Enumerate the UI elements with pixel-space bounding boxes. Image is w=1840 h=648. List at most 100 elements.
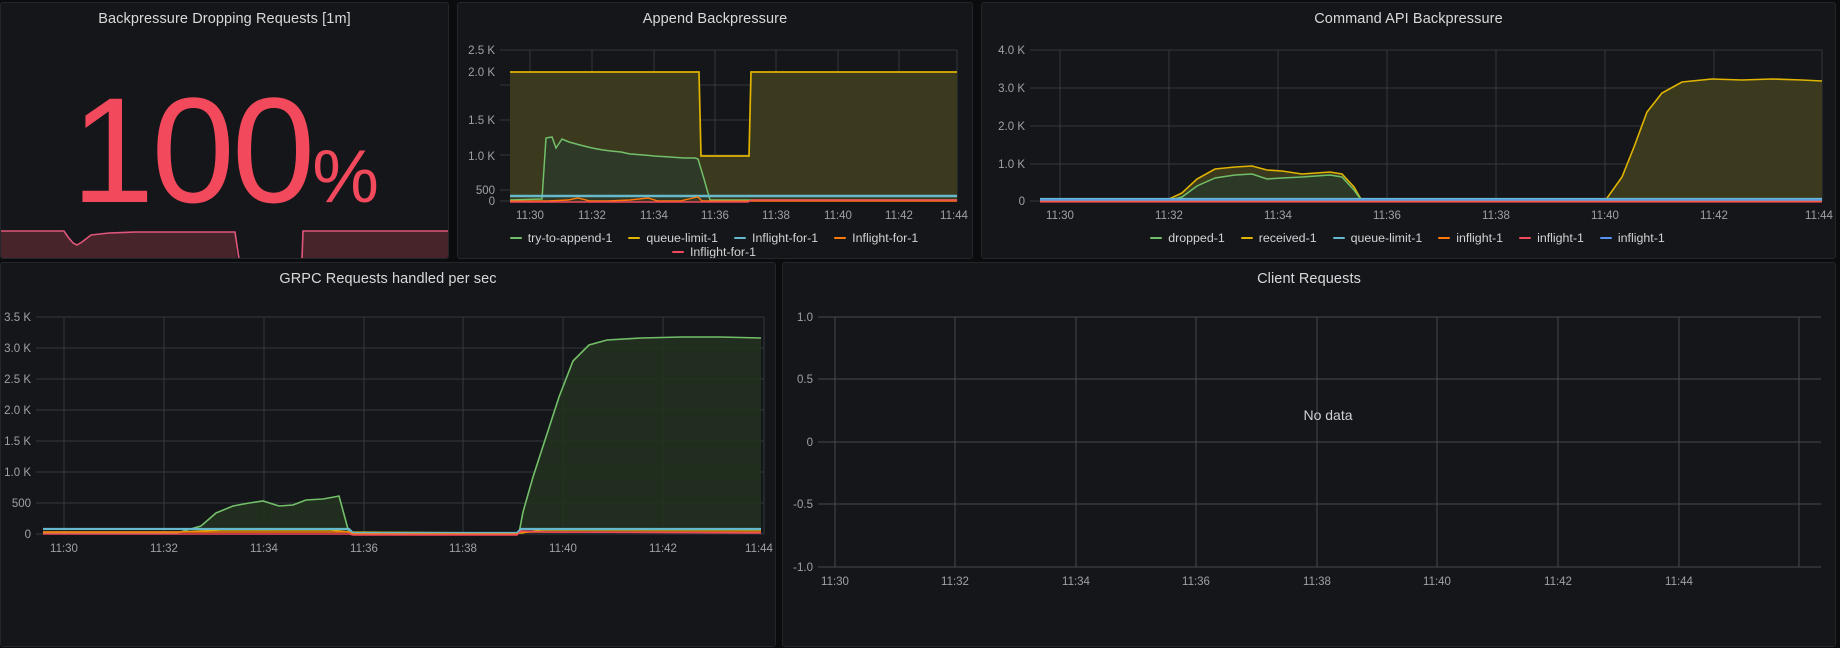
legend-item[interactable]: inflight-1 bbox=[1519, 231, 1584, 245]
y-tick: 1.5 K bbox=[4, 436, 31, 448]
x-tick: 11:40 bbox=[1423, 576, 1451, 588]
legend-color-swatch bbox=[734, 237, 747, 239]
panel-command-api-backpressure[interactable]: Command API Backpressure 4.0 K 3.0 K 2.0… bbox=[981, 2, 1836, 259]
grpc-requests-chart: 3.5 K 3.0 K 2.5 K 2.0 K 1.5 K 1.0 K 500 … bbox=[4, 312, 774, 555]
legend: try-to-append-1 queue-limit-1 Inflight-f… bbox=[458, 231, 972, 259]
x-tick: 11:44 bbox=[940, 210, 969, 222]
panel-body: No data 1.0 0.5 0 -0.5 -1.0 11:30 11:32 … bbox=[783, 287, 1835, 642]
legend-item[interactable]: try-to-append-1 bbox=[509, 231, 613, 245]
legend-label: dropped-1 bbox=[1168, 231, 1225, 245]
legend-label: Inflight-for-1 bbox=[752, 231, 819, 245]
legend-item[interactable]: received-1 bbox=[1240, 231, 1317, 245]
panel-backpressure-dropping-requests[interactable]: Backpressure Dropping Requests [1m] 100% bbox=[0, 2, 449, 259]
y-tick: 0.5 bbox=[797, 374, 813, 386]
x-tick: 11:30 bbox=[516, 210, 544, 222]
legend: dropped-1 received-1 queue-limit-1 infli… bbox=[982, 231, 1835, 245]
legend-color-swatch bbox=[1332, 237, 1345, 239]
legend-label: received-1 bbox=[1258, 231, 1317, 245]
x-tick: 11:40 bbox=[1591, 210, 1619, 222]
x-tick: 11:40 bbox=[549, 543, 577, 555]
legend-item[interactable]: queue-limit-1 bbox=[1332, 231, 1423, 245]
y-tick: 1.0 K bbox=[4, 467, 31, 479]
y-tick: 1.5 K bbox=[468, 115, 495, 127]
legend-color-swatch bbox=[671, 251, 684, 253]
series-received-1-area bbox=[1040, 79, 1822, 201]
legend-label: Inflight-for-1 bbox=[689, 245, 757, 259]
x-tick: 11:32 bbox=[941, 576, 969, 588]
legend-label: Inflight-for-1 bbox=[852, 231, 919, 245]
x-tick: 11:44 bbox=[1665, 576, 1694, 588]
grafana-dashboard: Backpressure Dropping Requests [1m] 100% bbox=[0, 0, 1840, 648]
x-tick: 11:36 bbox=[1182, 576, 1210, 588]
x-tick: 11:44 bbox=[1805, 210, 1834, 222]
x-tick: 11:30 bbox=[1046, 210, 1074, 222]
x-tick: 11:44 bbox=[745, 543, 774, 555]
x-tick: 11:32 bbox=[150, 543, 178, 555]
y-tick: 500 bbox=[12, 498, 31, 510]
legend-color-swatch bbox=[834, 237, 847, 239]
legend-item[interactable]: dropped-1 bbox=[1150, 231, 1225, 245]
x-tick: 11:30 bbox=[821, 576, 849, 588]
legend-label: try-to-append-1 bbox=[527, 231, 613, 245]
x-tick: 11:42 bbox=[1544, 576, 1572, 588]
legend-color-swatch bbox=[628, 237, 641, 239]
x-axis-labels: 11:30 11:32 11:34 11:36 11:38 11:40 11:4… bbox=[516, 210, 969, 222]
x-axis-labels: 11:30 11:32 11:34 11:36 11:38 11:40 11:4… bbox=[50, 543, 774, 555]
x-axis-labels: 11:30 11:32 11:34 11:36 11:38 11:40 11:4… bbox=[821, 576, 1694, 588]
y-tick: 1.0 bbox=[797, 312, 813, 324]
y-tick: 4.0 K bbox=[998, 45, 1025, 57]
y-tick: 0 bbox=[1019, 196, 1025, 208]
legend-item[interactable]: Inflight-for-1 bbox=[734, 231, 818, 245]
x-tick: 11:30 bbox=[50, 543, 78, 555]
x-tick: 11:42 bbox=[649, 543, 677, 555]
series-activatejobs-area bbox=[43, 337, 761, 533]
y-axis-labels: 4.0 K 3.0 K 2.0 K 1.0 K 0 bbox=[998, 45, 1025, 208]
x-tick: 11:32 bbox=[578, 210, 606, 222]
panel-body: 2.5 K 2.0 K 1.5 K 1.0 K 500 0 11:30 11:3… bbox=[458, 27, 972, 232]
panel-title: Client Requests bbox=[1257, 271, 1361, 287]
panel-body: 4.0 K 3.0 K 2.0 K 1.0 K 0 11:30 11:32 11… bbox=[982, 27, 1835, 232]
y-axis-labels: 3.5 K 3.0 K 2.5 K 2.0 K 1.5 K 1.0 K 500 … bbox=[4, 312, 31, 541]
append-backpressure-chart: 2.5 K 2.0 K 1.5 K 1.0 K 500 0 11:30 11:3… bbox=[468, 45, 969, 222]
legend-item[interactable]: inflight-1 bbox=[1599, 231, 1665, 245]
panel-client-requests[interactable]: Client Requests No data 1.0 0.5 0 -0.5 -… bbox=[782, 262, 1836, 647]
panel-body: 3.5 K 3.0 K 2.5 K 2.0 K 1.5 K 1.0 K 500 … bbox=[1, 287, 775, 617]
panel-title: GRPC Requests handled per sec bbox=[279, 271, 497, 287]
y-tick: -1.0 bbox=[793, 562, 813, 574]
y-tick: 2.0 K bbox=[998, 121, 1025, 133]
legend-item[interactable]: queue-limit-1 bbox=[628, 231, 718, 245]
series-dropped-1-area bbox=[1040, 174, 1605, 201]
legend-item[interactable]: Inflight-for-1 bbox=[671, 245, 757, 259]
x-tick: 11:42 bbox=[1700, 210, 1728, 222]
legend-label: inflight-1 bbox=[1617, 231, 1665, 245]
legend-label: queue-limit-1 bbox=[646, 231, 719, 245]
y-tick: -0.5 bbox=[793, 499, 813, 511]
panel-grpc-requests-handled-per-sec[interactable]: GRPC Requests handled per sec 3.5 K 3.0 … bbox=[0, 262, 776, 647]
x-tick: 11:32 bbox=[1155, 210, 1183, 222]
x-tick: 11:38 bbox=[762, 210, 790, 222]
y-tick: 0 bbox=[489, 196, 495, 208]
x-tick: 11:34 bbox=[250, 543, 279, 555]
y-tick: 2.5 K bbox=[468, 45, 495, 57]
y-axis-labels: 2.5 K 2.0 K 1.5 K 1.0 K 500 0 bbox=[468, 45, 495, 208]
y-tick: 0 bbox=[807, 437, 813, 449]
panel-title: Append Backpressure bbox=[642, 11, 788, 27]
legend-color-swatch bbox=[1150, 237, 1163, 239]
legend-color-swatch bbox=[1240, 237, 1253, 239]
legend-label: queue-limit-1 bbox=[1350, 231, 1423, 245]
panel-title: Backpressure Dropping Requests [1m] bbox=[98, 11, 351, 27]
sparkline-area bbox=[1, 231, 448, 258]
panel-body: 100% bbox=[1, 27, 448, 258]
legend-color-swatch bbox=[1519, 237, 1532, 239]
x-tick: 11:38 bbox=[1482, 210, 1510, 222]
y-axis-labels: 1.0 0.5 0 -0.5 -1.0 bbox=[793, 312, 813, 574]
y-tick: 3.0 K bbox=[998, 83, 1025, 95]
y-tick: 3.0 K bbox=[4, 343, 31, 355]
legend-item[interactable]: inflight-1 bbox=[1438, 231, 1503, 245]
client-requests-chart: No data 1.0 0.5 0 -0.5 -1.0 11:30 11:32 … bbox=[793, 312, 1821, 588]
grid-lines bbox=[818, 316, 1821, 568]
panel-append-backpressure[interactable]: Append Backpressure 2.5 K 2.0 K 1.5 K 1.… bbox=[457, 2, 973, 259]
y-tick: 2.0 K bbox=[4, 405, 31, 417]
legend-item[interactable]: Inflight-for-1 bbox=[834, 231, 918, 245]
x-tick: 11:36 bbox=[1373, 210, 1401, 222]
